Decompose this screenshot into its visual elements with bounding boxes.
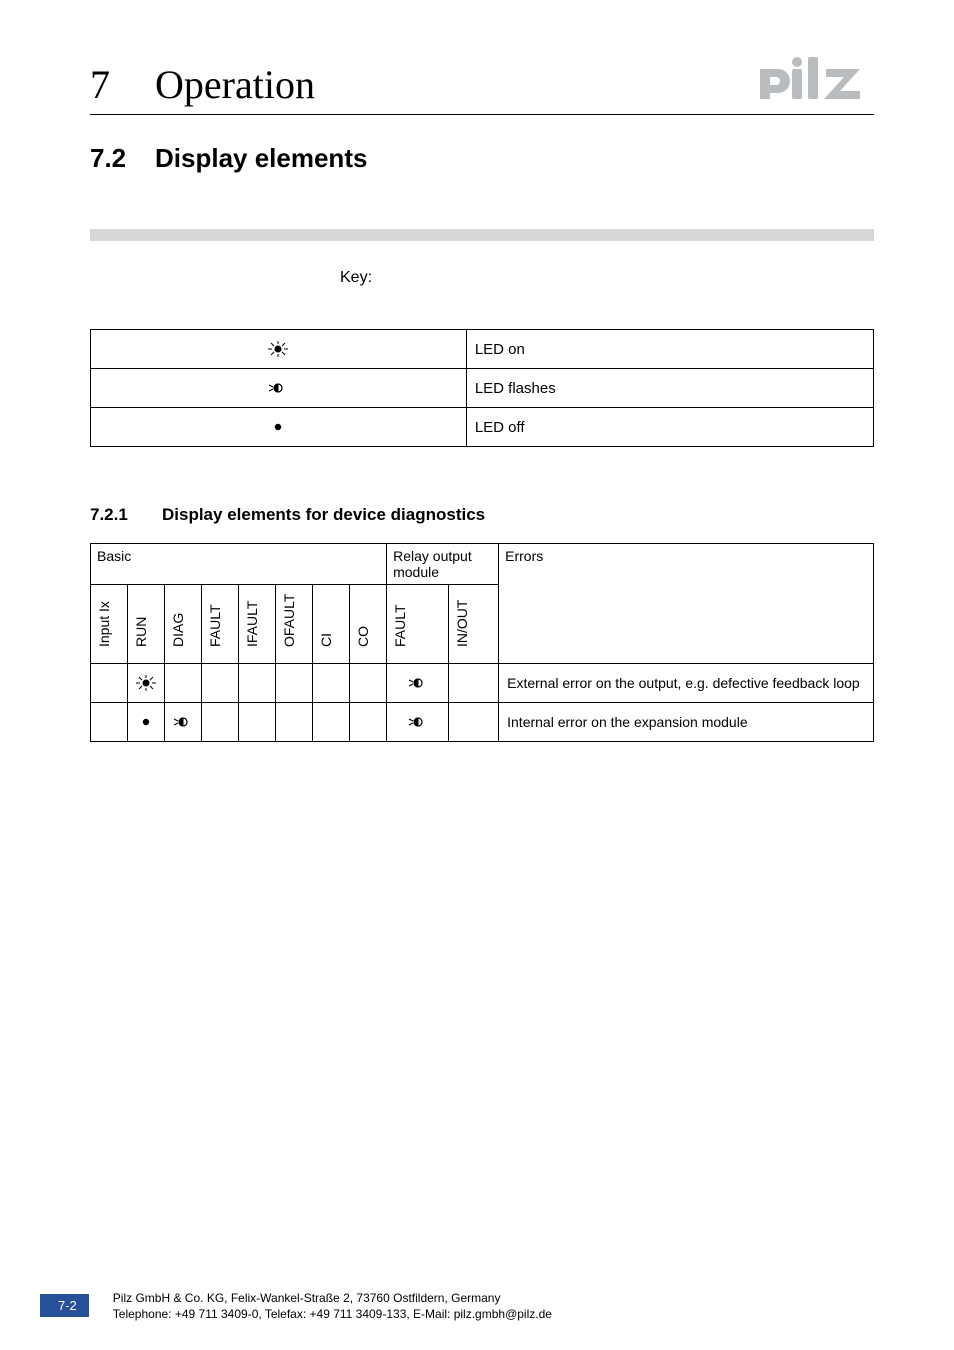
empty-cell xyxy=(313,703,350,742)
chapter-title: 7Operation xyxy=(90,61,315,108)
diag-col: CI xyxy=(313,585,350,664)
diag-row: Internal error on the expansion module xyxy=(91,703,874,742)
diag-row: External error on the output, e.g. defec… xyxy=(91,664,874,703)
led-on-icon xyxy=(128,664,165,703)
subsection-number: 7.2.1 xyxy=(90,505,162,525)
diag-col: FAULT xyxy=(202,585,239,664)
error-description: External error on the output, e.g. defec… xyxy=(499,664,874,703)
empty-cell xyxy=(350,664,387,703)
key-table: LED onLED flashesLED off xyxy=(90,329,874,447)
diag-col: Input Ix xyxy=(91,585,128,664)
chapter-number: 7 xyxy=(90,61,155,108)
diag-col: OFAULT xyxy=(276,585,313,664)
section-number: 7.2 xyxy=(90,143,155,174)
diag-col: FAULT xyxy=(387,585,449,664)
led-flash-icon xyxy=(91,369,467,408)
key-desc: LED flashes xyxy=(466,369,873,408)
subsection-heading: 7.2.1Display elements for device diagnos… xyxy=(90,505,874,525)
key-row: LED on xyxy=(91,330,874,369)
empty-cell xyxy=(239,703,276,742)
empty-cell xyxy=(449,703,499,742)
empty-cell xyxy=(276,664,313,703)
empty-cell xyxy=(276,703,313,742)
empty-cell xyxy=(449,664,499,703)
col-group-basic: Basic xyxy=(91,544,387,585)
page-number-badge: 7-2 xyxy=(40,1294,89,1317)
pilz-logo-icon xyxy=(754,55,874,108)
empty-cell xyxy=(165,664,202,703)
diag-col: IN/OUT xyxy=(449,585,499,664)
key-label: Key: xyxy=(340,269,874,287)
footer-line-2: Telephone: +49 711 3409-0, Telefax: +49 … xyxy=(113,1306,552,1322)
led-off-icon xyxy=(91,408,467,447)
footer-text: Pilz GmbH & Co. KG, Felix-Wankel-Straße … xyxy=(113,1290,552,1322)
led-on-icon xyxy=(91,330,467,369)
diag-col: CO xyxy=(350,585,387,664)
led-off-icon xyxy=(128,703,165,742)
empty-cell xyxy=(202,703,239,742)
chapter-name: Operation xyxy=(155,62,315,107)
divider-bar xyxy=(90,229,874,241)
diagnostics-table: Basic Relay output module Errors Input I… xyxy=(90,543,874,742)
error-description: Internal error on the expansion module xyxy=(499,703,874,742)
key-table-body: LED onLED flashesLED off xyxy=(91,330,874,447)
diag-col: DIAG xyxy=(165,585,202,664)
section-heading: 7.2Display elements xyxy=(90,143,874,174)
key-desc: LED on xyxy=(466,330,873,369)
footer-line-1: Pilz GmbH & Co. KG, Felix-Wankel-Straße … xyxy=(113,1290,552,1306)
subsection-title: Display elements for device diagnostics xyxy=(162,505,485,524)
col-group-relay: Relay output module xyxy=(387,544,499,585)
led-flash-icon xyxy=(165,703,202,742)
empty-cell xyxy=(313,664,350,703)
key-row: LED flashes xyxy=(91,369,874,408)
diag-table-body: External error on the output, e.g. defec… xyxy=(91,664,874,742)
col-errors: Errors xyxy=(499,544,874,664)
page-footer: 7-2 Pilz GmbH & Co. KG, Felix-Wankel-Str… xyxy=(0,1290,954,1322)
page-header: 7Operation xyxy=(90,55,874,115)
diag-col: IFAULT xyxy=(239,585,276,664)
empty-cell xyxy=(91,664,128,703)
empty-cell xyxy=(350,703,387,742)
empty-cell xyxy=(239,664,276,703)
section-title: Display elements xyxy=(155,143,367,173)
led-flash-icon xyxy=(387,664,449,703)
diag-col: RUN xyxy=(128,585,165,664)
empty-cell xyxy=(202,664,239,703)
key-desc: LED off xyxy=(466,408,873,447)
led-flash-icon xyxy=(387,703,449,742)
empty-cell xyxy=(91,703,128,742)
key-row: LED off xyxy=(91,408,874,447)
